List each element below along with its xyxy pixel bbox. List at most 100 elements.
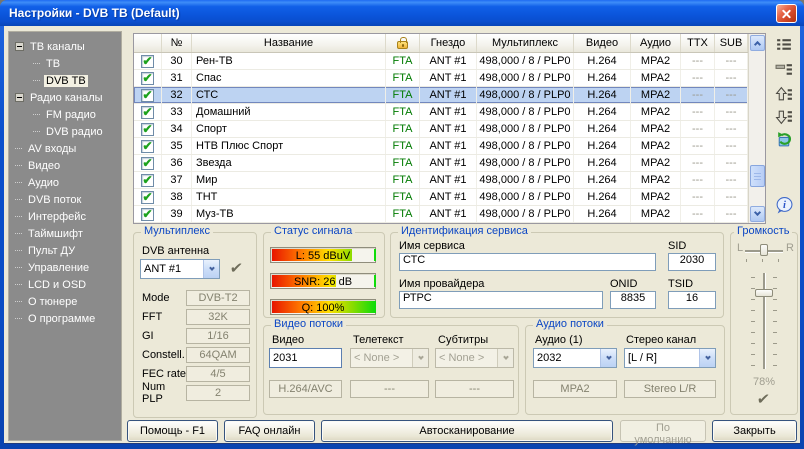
column-header-audio[interactable]: Аудио: [631, 34, 681, 52]
channel-checkbox[interactable]: ✔: [141, 106, 154, 119]
channel-row-31[interactable]: ✔31СпасFTAANT #1498,000 / 8 / PLP0H.264M…: [134, 70, 748, 87]
table-scrollbar[interactable]: [748, 34, 765, 223]
channel-checkbox[interactable]: ✔: [141, 140, 154, 153]
channel-toolbar: i: [775, 34, 795, 219]
move-channel-up-icon[interactable]: [775, 85, 793, 103]
cell-check[interactable]: ✔: [134, 121, 162, 137]
column-header-num[interactable]: №: [162, 34, 192, 52]
video-pid-input[interactable]: [269, 348, 342, 368]
column-header-socket[interactable]: Гнездо: [420, 34, 477, 52]
sidebar-item-radio-channels[interactable]: Радио каналы: [9, 89, 121, 106]
sidebar-item-dvb-tv[interactable]: DVB ТВ: [9, 72, 121, 89]
column-header-multiplex[interactable]: Мультиплекс: [477, 34, 574, 52]
cell-check[interactable]: ✔: [134, 70, 162, 86]
channel-row-38[interactable]: ✔38ТНТFTAANT #1498,000 / 8 / PLP0H.264MP…: [134, 189, 748, 206]
channel-row-36[interactable]: ✔36ЗвездаFTAANT #1498,000 / 8 / PLP0H.26…: [134, 155, 748, 172]
sidebar-item-av-inputs[interactable]: AV входы: [9, 140, 121, 157]
cell-check[interactable]: ✔: [134, 104, 162, 120]
channel-row-37[interactable]: ✔37МирFTAANT #1498,000 / 8 / PLP0H.264MP…: [134, 172, 748, 189]
sidebar-item-audio[interactable]: Аудио: [9, 174, 121, 191]
cell-socket: ANT #1: [420, 172, 477, 188]
sidebar-item-lcd-osd[interactable]: LCD и OSD: [9, 276, 121, 293]
channel-row-35[interactable]: ✔35НТВ Плюс СпортFTAANT #1498,000 / 8 / …: [134, 138, 748, 155]
title-bar[interactable]: Настройки - DVB ТВ (Default): [0, 0, 804, 26]
sidebar-item-tv-channels[interactable]: ТВ каналы: [9, 38, 121, 55]
sidebar-item-interface[interactable]: Интерфейс: [9, 208, 121, 225]
cell-check[interactable]: ✔: [134, 138, 162, 154]
move-channel-down-icon[interactable]: [775, 108, 793, 126]
channel-table[interactable]: №Название ГнездоМультиплексВидеоАудиоTTXS…: [133, 33, 766, 224]
cell-check[interactable]: ✔: [134, 53, 162, 69]
cell-check[interactable]: ✔: [134, 189, 162, 205]
sidebar-item-fm-radio[interactable]: FM радио: [9, 106, 121, 123]
cell-check[interactable]: ✔: [134, 87, 162, 103]
audio-pid-select[interactable]: 2032: [533, 348, 617, 368]
close-button[interactable]: Закрыть: [712, 420, 797, 442]
channel-list-icon[interactable]: [775, 36, 793, 54]
remove-channel-icon[interactable]: [775, 61, 793, 79]
channel-checkbox[interactable]: ✔: [141, 174, 154, 187]
close-icon[interactable]: [776, 4, 797, 23]
cell-check[interactable]: ✔: [134, 206, 162, 222]
column-header-fta[interactable]: [386, 34, 420, 52]
service-id-title: Идентификация сервиса: [398, 225, 531, 237]
sidebar-item-dvb-radio[interactable]: DVB радио: [9, 123, 121, 140]
channel-row-39[interactable]: ✔39Муз-ТВFTAANT #1498,000 / 8 / PLP0H.26…: [134, 206, 748, 223]
cell-check[interactable]: ✔: [134, 155, 162, 171]
stereo-channel-select[interactable]: [L / R]: [624, 348, 716, 368]
volume-slider-thumb[interactable]: [755, 289, 773, 297]
cell-check[interactable]: ✔: [134, 172, 162, 188]
tree-collapse-icon[interactable]: [15, 93, 24, 102]
channel-row-33[interactable]: ✔33ДомашнийFTAANT #1498,000 / 8 / PLP0H.…: [134, 104, 748, 121]
sidebar-item-remote-control[interactable]: Пульт ДУ: [9, 242, 121, 259]
tsid-field[interactable]: 16: [668, 291, 716, 309]
tree-collapse-icon[interactable]: [15, 42, 24, 51]
channel-checkbox[interactable]: ✔: [141, 123, 154, 136]
channel-checkbox[interactable]: ✔: [141, 89, 154, 102]
channel-info-icon[interactable]: i: [775, 196, 793, 214]
column-header-sub[interactable]: SUB: [715, 34, 748, 52]
window-title: Настройки - DVB ТВ (Default): [9, 6, 180, 20]
chevron-down-icon[interactable]: [203, 260, 219, 278]
column-header-check[interactable]: [134, 34, 162, 52]
channel-row-34[interactable]: ✔34СпортFTAANT #1498,000 / 8 / PLP0H.264…: [134, 121, 748, 138]
mux-field-value: 4/5: [186, 366, 250, 382]
tree-connector: [15, 216, 22, 217]
tree-connector: [15, 267, 22, 268]
cell-audio: MPA2: [631, 155, 681, 171]
column-header-video[interactable]: Видео: [574, 34, 631, 52]
sidebar-item-tv[interactable]: ТВ: [9, 55, 121, 72]
column-header-ttx[interactable]: TTX: [681, 34, 715, 52]
sidebar-item-about-tuner[interactable]: О тюнере: [9, 293, 121, 310]
scroll-up-button[interactable]: [750, 35, 765, 51]
channel-checkbox[interactable]: ✔: [141, 72, 154, 85]
sidebar-item-timeshift[interactable]: Таймшифт: [9, 225, 121, 242]
help-button[interactable]: Помощь - F1: [127, 420, 218, 442]
chevron-down-icon[interactable]: [699, 349, 715, 367]
provider-field[interactable]: РТРС: [399, 291, 603, 309]
volume-slider-track[interactable]: [763, 273, 765, 369]
scroll-down-button[interactable]: [750, 206, 765, 222]
sort-channels-icon[interactable]: [775, 130, 793, 148]
sidebar-item-dvb-stream[interactable]: DVB поток: [9, 191, 121, 208]
chevron-down-icon[interactable]: [600, 349, 616, 367]
channel-row-30[interactable]: ✔30Рен-ТВFTAANT #1498,000 / 8 / PLP0H.26…: [134, 53, 748, 70]
faq-button[interactable]: FAQ онлайн: [224, 420, 315, 442]
service-name-field[interactable]: СТС: [399, 253, 656, 271]
sidebar-item-about-program[interactable]: О программе: [9, 310, 121, 327]
onid-field[interactable]: 8835: [610, 291, 656, 309]
autoscan-button[interactable]: Автосканирование: [321, 420, 613, 442]
scrollbar-thumb[interactable]: [750, 165, 765, 187]
channel-checkbox[interactable]: ✔: [141, 55, 154, 68]
channel-checkbox[interactable]: ✔: [141, 191, 154, 204]
sid-field[interactable]: 2030: [668, 253, 716, 271]
channel-checkbox[interactable]: ✔: [141, 208, 154, 221]
video-pid-label: Видео: [272, 334, 304, 346]
sidebar-item-video[interactable]: Видео: [9, 157, 121, 174]
balance-slider-thumb[interactable]: [760, 244, 768, 256]
channel-row-32[interactable]: ✔32СТСFTAANT #1498,000 / 8 / PLP0H.264MP…: [134, 87, 748, 104]
sidebar-item-control[interactable]: Управление: [9, 259, 121, 276]
antenna-select[interactable]: ANT #1: [140, 259, 220, 279]
column-header-name[interactable]: Название: [192, 34, 386, 52]
channel-checkbox[interactable]: ✔: [141, 157, 154, 170]
